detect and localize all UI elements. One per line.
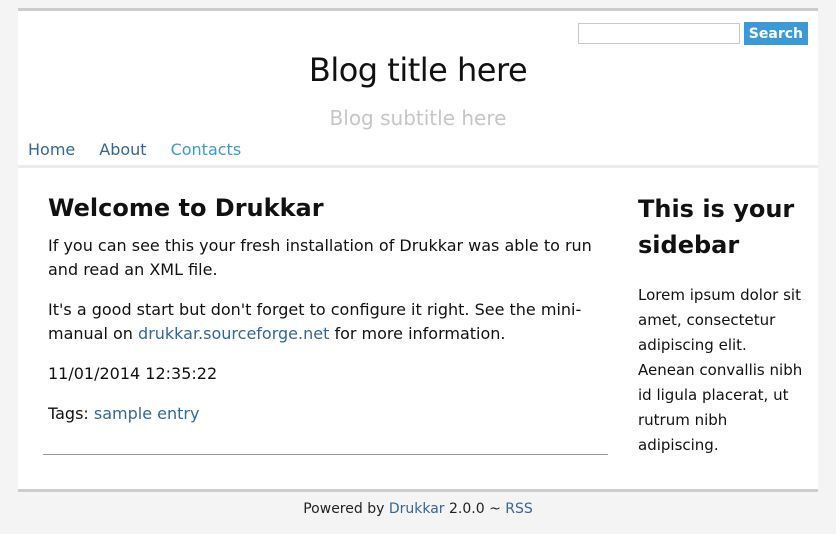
footer-text: Powered by (303, 501, 389, 517)
search-form: Search (577, 22, 808, 45)
post-paragraph: It's a good start but don't forget to co… (48, 298, 608, 346)
nav-divider (18, 165, 818, 168)
footer: Powered by Drukkar 2.0.0 ~ RSS (0, 501, 836, 517)
nav-item-home[interactable]: Home (28, 140, 75, 159)
sourceforge-link[interactable]: drukkar.sourceforge.net (138, 324, 329, 343)
post-title: Welcome to Drukkar (48, 194, 324, 222)
sidebar-text: Lorem ipsum dolor sit amet, consectetur … (638, 286, 803, 454)
search-input[interactable] (577, 23, 740, 44)
post-paragraph: If you can see this your fresh installat… (48, 236, 592, 279)
tags-label: Tags: (48, 404, 94, 423)
main-nav: Home About Contacts (28, 140, 265, 159)
footer-version: 2.0.0 ~ (444, 501, 506, 517)
sidebar: This is your sidebar Lorem ipsum dolor s… (638, 191, 808, 458)
nav-item-contacts[interactable]: Contacts (171, 140, 242, 159)
post-divider (43, 454, 608, 455)
post-tags: Tags: sample entry (48, 402, 608, 426)
post-date: 11/01/2014 12:35:22 (48, 364, 218, 383)
drukkar-link[interactable]: Drukkar (389, 501, 445, 517)
post: Welcome to Drukkar If you can see this y… (48, 194, 608, 442)
rss-link[interactable]: RSS (505, 501, 533, 517)
page-container: Search Blog title here Blog subtitle her… (18, 8, 818, 492)
blog-subtitle: Blog subtitle here (329, 106, 507, 130)
search-button[interactable]: Search (743, 22, 808, 45)
nav-item-about[interactable]: About (99, 140, 146, 159)
tag-link[interactable]: sample entry (94, 404, 200, 423)
post-text: for more information. (329, 324, 506, 343)
sidebar-title: This is your sidebar (638, 195, 795, 259)
blog-title: Blog title here (308, 51, 528, 89)
